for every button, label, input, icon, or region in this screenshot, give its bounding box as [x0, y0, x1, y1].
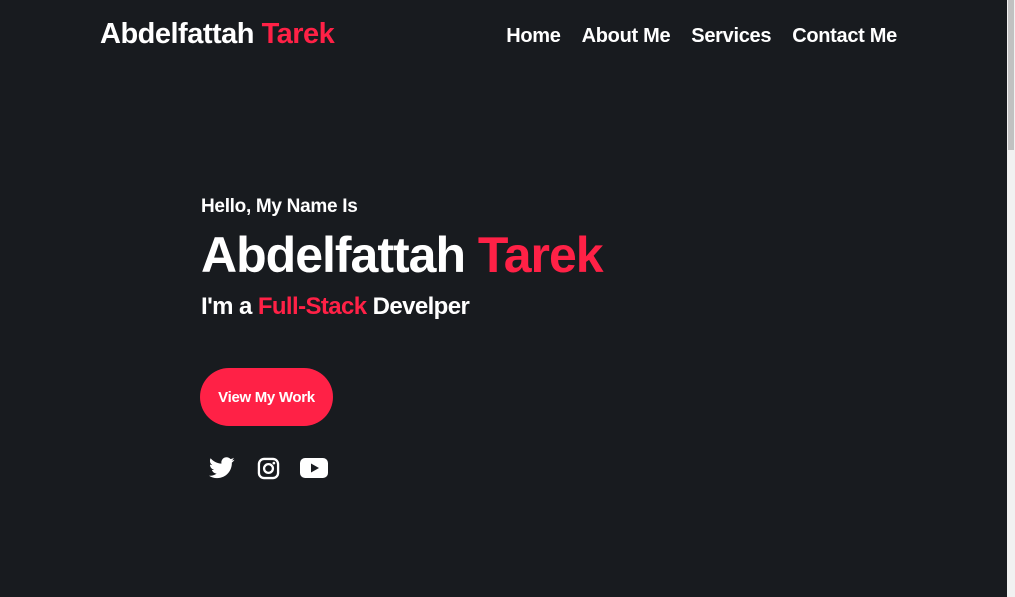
role-highlight: Full-Stack — [257, 293, 367, 320]
twitter-icon[interactable] — [208, 455, 236, 481]
page-scrollbar[interactable] — [1007, 0, 1015, 597]
role-suffix: Develper — [372, 293, 470, 320]
logo-first-name: Abdelfattah — [100, 18, 255, 50]
hero-section: Hello, My Name Is Abdelfattah Tarek I'm … — [201, 196, 604, 321]
logo-last-name: Tarek — [261, 18, 335, 50]
hero-greeting: Hello, My Name Is — [201, 196, 358, 217]
social-links — [208, 455, 346, 481]
role-prefix: I'm a — [201, 293, 252, 320]
page: Abdelfattah Tarek Home About Me Services… — [0, 0, 1007, 597]
hero-role: I'm a Full-Stack Develper — [201, 293, 603, 321]
nav-about-me[interactable]: About Me — [582, 25, 671, 48]
nav-services[interactable]: Services — [691, 25, 771, 48]
main-nav: Home About Me Services Contact Me — [485, 25, 897, 48]
site-logo[interactable]: Abdelfattah Tarek — [100, 18, 335, 51]
hero-first-name: Abdelfattah — [201, 227, 466, 283]
youtube-icon[interactable] — [300, 455, 328, 481]
hero-name: Abdelfattah Tarek — [201, 227, 604, 283]
instagram-icon[interactable] — [254, 455, 282, 481]
view-my-work-button[interactable]: View My Work — [200, 368, 333, 426]
nav-home[interactable]: Home — [506, 25, 561, 48]
nav-contact-me[interactable]: Contact Me — [792, 25, 897, 48]
scrollbar-thumb[interactable] — [1008, 0, 1014, 150]
hero-last-name: Tarek — [477, 227, 604, 283]
